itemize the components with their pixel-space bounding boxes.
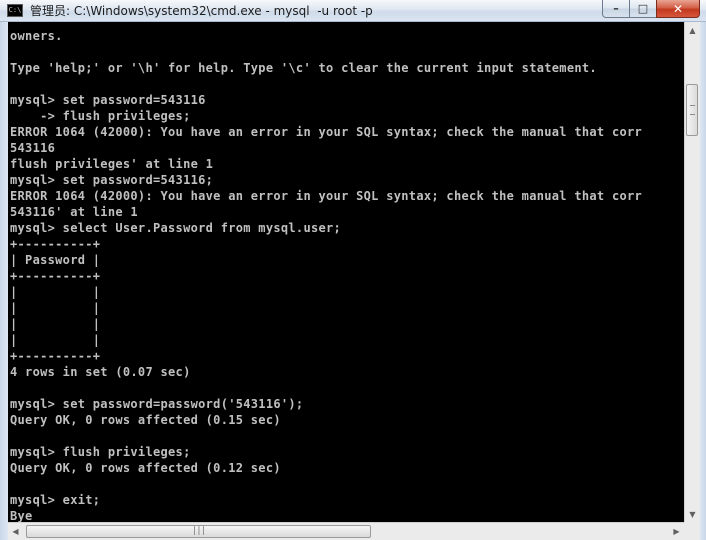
console-output[interactable]: owners. Type 'help;' or '\h' for help. T… [8, 22, 684, 522]
console-line: mysql> exit; [10, 493, 101, 507]
console-line: mysql> flush privileges; [10, 445, 191, 459]
window-frame-right [700, 22, 706, 540]
close-button[interactable]: ✕ [656, 0, 700, 18]
console-line: +----------+ [10, 269, 101, 283]
console-line: | | [10, 301, 101, 315]
console-line: | | [10, 333, 101, 347]
window-titlebar[interactable]: C:\ 管理员: C:\Windows\system32\cmd.exe - m… [0, 0, 706, 22]
console-line: Query OK, 0 rows affected (0.12 sec) [10, 461, 281, 475]
scroll-up-icon[interactable]: ▲ [685, 22, 700, 38]
console-line: | | [10, 285, 101, 299]
scroll-right-icon[interactable]: ▶ [669, 523, 684, 540]
scroll-down-icon[interactable]: ▼ [685, 506, 700, 522]
vertical-scrollbar[interactable]: ▲ ▼ [684, 22, 700, 522]
window-frame-left [0, 22, 8, 540]
size-grip[interactable] [684, 522, 700, 540]
minimize-button[interactable]: – [602, 0, 629, 18]
console-line: -> flush privileges; [10, 109, 191, 123]
console-line: ERROR 1064 (42000): You have an error in… [10, 125, 643, 139]
console-line: mysql> select User.Password from mysql.u… [10, 221, 342, 235]
console-line: Type 'help;' or '\h' for help. Type '\c'… [10, 61, 597, 75]
console-line: | | [10, 317, 101, 331]
console-line: mysql> set password=543116 [10, 93, 206, 107]
console-line: flush privileges' at line 1 [10, 157, 214, 171]
console-line: mysql> set password=password('543116'); [10, 397, 304, 411]
vertical-scroll-thumb[interactable] [686, 84, 698, 136]
console-line: ERROR 1064 (42000): You have an error in… [10, 189, 643, 203]
horizontal-scrollbar[interactable]: ◀ ||| ▶ [8, 522, 684, 540]
console-line: mysql> set password=543116; [10, 173, 214, 187]
console-line: +----------+ [10, 237, 101, 251]
console-line: | Password | [10, 253, 101, 267]
console-line: 543116' at line 1 [10, 205, 138, 219]
console-line: owners. [10, 29, 63, 43]
window-title: 管理员: C:\Windows\system32\cmd.exe - mysql… [30, 4, 373, 18]
maximize-button[interactable]: □ [629, 0, 656, 18]
console-line: +----------+ [10, 349, 101, 363]
cmd-icon[interactable]: C:\ [7, 4, 23, 17]
scroll-left-icon[interactable]: ◀ [8, 523, 23, 540]
horizontal-scroll-thumb[interactable]: ||| [26, 525, 371, 538]
console-line: Query OK, 0 rows affected (0.15 sec) [10, 413, 281, 427]
console-line: 543116 [10, 141, 56, 155]
window-controls: – □ ✕ [602, 0, 700, 18]
console-line: Bye [10, 509, 33, 522]
console-line: 4 rows in set (0.07 sec) [10, 365, 191, 379]
